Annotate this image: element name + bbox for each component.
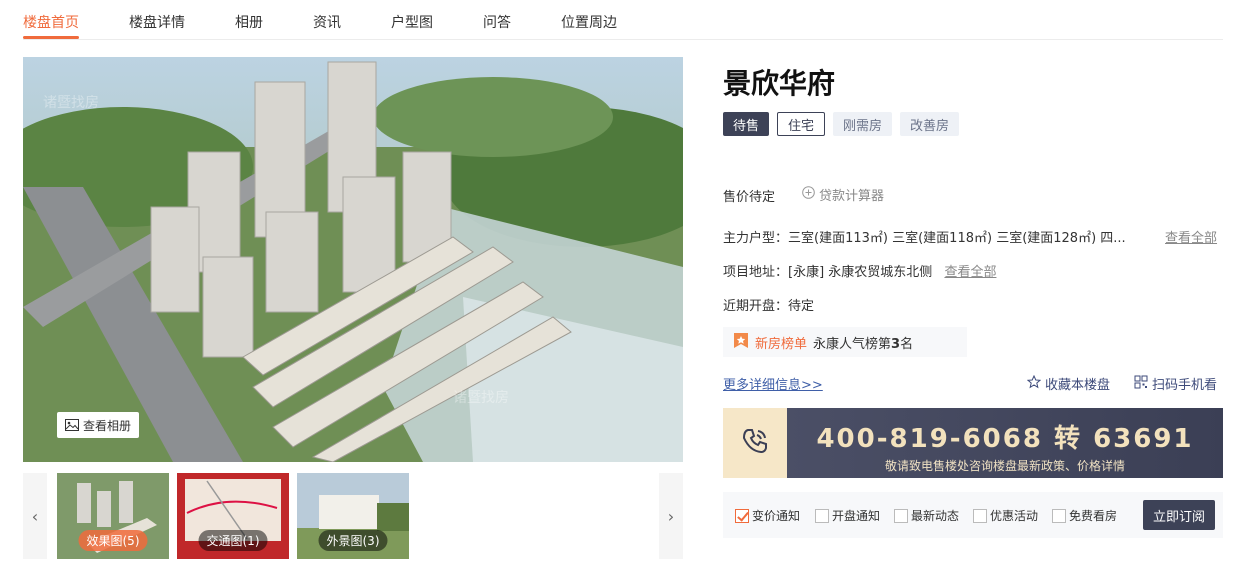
- phone-icon: [740, 426, 770, 460]
- thumbnail-label: 交通图(1): [198, 530, 268, 551]
- main-photo[interactable]: 诸暨找房 诸暨找房 查看相册: [23, 57, 683, 462]
- star-icon: [1026, 374, 1042, 393]
- address-label: 项目地址：: [723, 265, 789, 280]
- tab-surroundings[interactable]: 位置周边: [561, 12, 617, 32]
- thumbnail-traffic[interactable]: 交通图(1): [177, 473, 289, 559]
- address-value: [永康] 永康农贸城东北侧: [788, 265, 933, 280]
- phone-banner[interactable]: 400-819-6068 转 63691 敬请致电售楼处咨询楼盘最新政策、价格详…: [723, 408, 1223, 478]
- checkbox-label: 最新动态: [911, 509, 960, 523]
- top-nav: 楼盘首页 楼盘详情 相册 资讯 户型图 问答 位置周边: [23, 0, 1223, 40]
- price-change-checkbox[interactable]: 变价通知: [735, 507, 800, 524]
- main-units-label: 主力户型：: [723, 231, 789, 246]
- chevron-left-icon: ‹: [31, 506, 39, 526]
- latest-news-checkbox[interactable]: 最新动态: [894, 507, 959, 524]
- thumb-next-button[interactable]: ›: [659, 473, 683, 559]
- checkbox-box[interactable]: [894, 508, 908, 523]
- opening-row: 近期开盘：待定: [723, 295, 814, 314]
- free-viewing-checkbox[interactable]: 免费看房: [1052, 507, 1117, 524]
- opening-label: 近期开盘：: [723, 299, 789, 314]
- checkbox-box[interactable]: [735, 508, 749, 523]
- checkbox-label: 优惠活动: [990, 509, 1039, 523]
- active-tab-indicator: [23, 36, 79, 39]
- promotion-checkbox[interactable]: 优惠活动: [973, 507, 1038, 524]
- thumbnail-label: 外景图(3): [318, 530, 388, 551]
- tab-news[interactable]: 资讯: [313, 12, 341, 32]
- status-badge: 待售: [723, 112, 770, 136]
- image-icon: [65, 419, 79, 431]
- checkbox-box[interactable]: [815, 508, 829, 523]
- favorite-label: 收藏本楼盘: [1045, 378, 1111, 393]
- phone-subtitle: 敬请致电售楼处咨询楼盘最新政策、价格详情: [884, 459, 1125, 473]
- thumbnail-label: 效果图(5): [78, 530, 148, 551]
- feature-tag: 刚需房: [833, 112, 893, 136]
- favorite-button[interactable]: 收藏本楼盘: [1026, 374, 1111, 393]
- checkbox-label: 免费看房: [1069, 509, 1118, 523]
- phone-info: 400-819-6068 转 63691 敬请致电售楼处咨询楼盘最新政策、价格详…: [787, 408, 1223, 478]
- main-units-value: 三室(建面113㎡) 三室(建面118㎡) 三室(建面128㎡) 四...: [788, 231, 1126, 246]
- price-text: 售价待定: [723, 190, 776, 205]
- svg-text:诸暨找房: 诸暨找房: [453, 390, 509, 406]
- thumbnail-rendering[interactable]: 效果图(5): [57, 473, 169, 559]
- phone-number[interactable]: 400-819-6068 转 63691: [787, 418, 1223, 455]
- tab-qa[interactable]: 问答: [483, 12, 511, 32]
- opening-value: 待定: [788, 299, 815, 314]
- tab-details[interactable]: 楼盘详情: [129, 12, 185, 32]
- thumbnail-exterior[interactable]: 外景图(3): [297, 473, 409, 559]
- main-units-row: 主力户型：三室(建面113㎡) 三室(建面118㎡) 三室(建面128㎡) 四.…: [723, 227, 1126, 246]
- thumb-prev-button[interactable]: ‹: [23, 473, 47, 559]
- address-row: 项目地址：[永康] 永康农贸城东北侧 查看全部: [723, 261, 996, 280]
- svg-text:诸暨找房: 诸暨找房: [43, 95, 99, 111]
- aerial-rendering-image: 诸暨找房 诸暨找房: [23, 57, 683, 462]
- checkbox-label: 开盘通知: [832, 509, 881, 523]
- tab-floorplans[interactable]: 户型图: [391, 12, 433, 32]
- tab-home[interactable]: 楼盘首页: [23, 12, 79, 32]
- qr-code-icon: [1134, 375, 1148, 393]
- project-tags: 待售 住宅 刚需房 改善房: [723, 112, 960, 136]
- loan-calculator-link[interactable]: 贷款计算器: [802, 185, 884, 204]
- ranking-text: 永康人气榜第3名: [813, 336, 914, 352]
- address-view-all-link[interactable]: 查看全部: [944, 265, 996, 280]
- project-title: 景欣华府: [723, 67, 836, 100]
- checkbox-box[interactable]: [1052, 508, 1066, 523]
- more-info-link[interactable]: 更多详细信息>>: [723, 374, 823, 393]
- scan-qr-button[interactable]: 扫码手机看: [1134, 374, 1217, 393]
- phone-icon-box: [723, 408, 787, 478]
- chevron-right-icon: ›: [667, 506, 675, 526]
- opening-notice-checkbox[interactable]: 开盘通知: [815, 507, 880, 524]
- ranking-title: 新房榜单: [755, 336, 808, 352]
- plus-circle-icon: [802, 186, 815, 203]
- subscribe-button[interactable]: 立即订阅: [1143, 500, 1215, 530]
- feature-tag: 改善房: [900, 112, 960, 136]
- view-album-button[interactable]: 查看相册: [57, 412, 140, 438]
- ranking-banner[interactable]: 新房榜单 永康人气榜第3名: [723, 327, 967, 357]
- tab-album[interactable]: 相册: [235, 12, 263, 32]
- loan-calculator-label: 贷款计算器: [819, 189, 885, 204]
- scan-qr-label: 扫码手机看: [1152, 378, 1218, 393]
- checkbox-box[interactable]: [973, 508, 987, 523]
- subscribe-panel: 变价通知 开盘通知 最新动态 优惠活动 免费看房 立即订阅: [723, 492, 1223, 538]
- ranking-number: 3: [891, 336, 901, 352]
- units-view-all-link[interactable]: 查看全部: [1165, 227, 1217, 246]
- checkbox-label: 变价通知: [752, 509, 801, 523]
- type-badge: 住宅: [777, 112, 826, 136]
- ranking-badge-icon: [733, 332, 749, 353]
- view-album-label: 查看相册: [83, 418, 132, 433]
